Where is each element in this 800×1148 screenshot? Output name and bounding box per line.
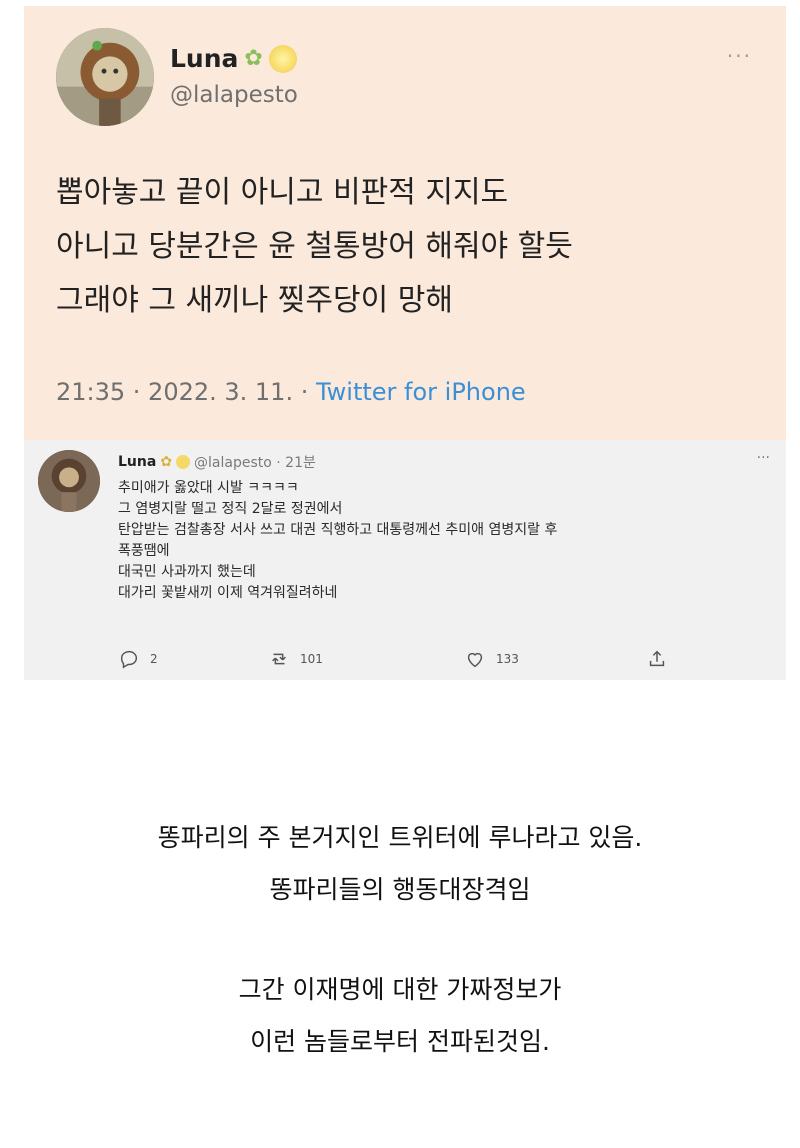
tweet-text: 뽑아놓고 끝이 아니고 비판적 지지도 아니고 당분간은 윤 철통방어 해줘야 … [56,166,756,328]
tweet-header: Luna ✿ @lalapesto · 21분 [118,452,316,472]
share-button[interactable] [646,648,668,670]
tweet-text-line: 대국민 사과까지 했는데 [118,564,256,580]
source-link[interactable]: Twitter for iPhone [316,378,526,406]
caption-line: 그간 이재명에 대한 가짜정보가 [238,975,562,1004]
tweet-card-quoted: Luna ✿ @lalapesto · 21분 ··· 추미애가 옳았대 시발 … [24,440,786,680]
caption-line: 똥파리들의 행동대장격임 [269,875,531,904]
avatar[interactable] [38,450,100,512]
reply-count: 2 [150,652,158,666]
tweet-actions: 2 101 133 [118,648,678,672]
retweet-icon [272,653,286,665]
fairy-emoji-icon: ✿ [244,46,263,71]
tweet-text-line: 대가리 꽃밭새끼 이제 역겨워질려하네 [118,585,338,601]
reply-button[interactable]: 2 [118,648,158,670]
share-icon [649,650,665,667]
tweet-text-line: 폭풍땜에 [118,543,170,559]
tweet-text-line: 아니고 당분간은 윤 철통방어 해줘야 할듯 [56,229,573,264]
retweet-count: 101 [300,652,323,666]
like-icon [467,652,483,668]
display-name[interactable]: Luna ✿ [170,44,297,73]
avatar[interactable] [56,28,154,126]
user-handle[interactable]: @lalapesto [170,82,298,108]
caption-line: 똥파리의 주 본거지인 트위터에 루나라고 있음. [157,823,643,852]
retweet-button[interactable]: 101 [268,648,323,670]
caption-line: 이런 놈들로부터 전파된것임. [250,1027,550,1056]
more-options-icon[interactable]: ··· [757,450,770,466]
like-button[interactable]: 133 [464,648,519,670]
tweet-text-line: 그래야 그 새끼나 찢주당이 망해 [56,283,453,318]
sun-emoji-icon [176,455,191,469]
tweet-text-line: 그 염병지랄 떨고 정직 2달로 정권에서 [118,501,343,517]
more-options-icon[interactable]: ··· [727,44,752,68]
lion-costume-cat-avatar-icon [38,450,100,512]
tweet-card-main: Luna ✿ @lalapesto ··· 뽑아놓고 끝이 아니고 비판적 지지… [24,6,786,440]
reply-icon [120,650,138,669]
fairy-emoji-icon: ✿ [160,454,173,470]
timestamp[interactable]: 21:35 · 2022. 3. 11. · [56,378,316,406]
tweet-text-line: 뽑아놓고 끝이 아니고 비판적 지지도 [56,175,509,210]
display-name-text: Luna [170,44,239,73]
handle-and-time[interactable]: @lalapesto · 21분 [194,452,316,472]
tweet-meta: 21:35 · 2022. 3. 11. · Twitter for iPhon… [56,378,526,406]
display-name[interactable]: Luna [118,454,156,470]
tweet-text-line: 추미애가 옳았대 시발 ㅋㅋㅋㅋ [118,480,299,496]
sun-emoji-icon [268,44,297,73]
lion-costume-cat-avatar-icon [56,28,154,126]
like-count: 133 [496,652,519,666]
tweet-text: 추미애가 옳았대 시발 ㅋㅋㅋㅋ 그 염병지랄 떨고 정직 2달로 정권에서 탄… [118,478,778,604]
tweet-text-line: 탄압받는 검찰총장 서사 쓰고 대권 직행하고 대통령께선 추미애 염병지랄 후 [118,522,558,538]
